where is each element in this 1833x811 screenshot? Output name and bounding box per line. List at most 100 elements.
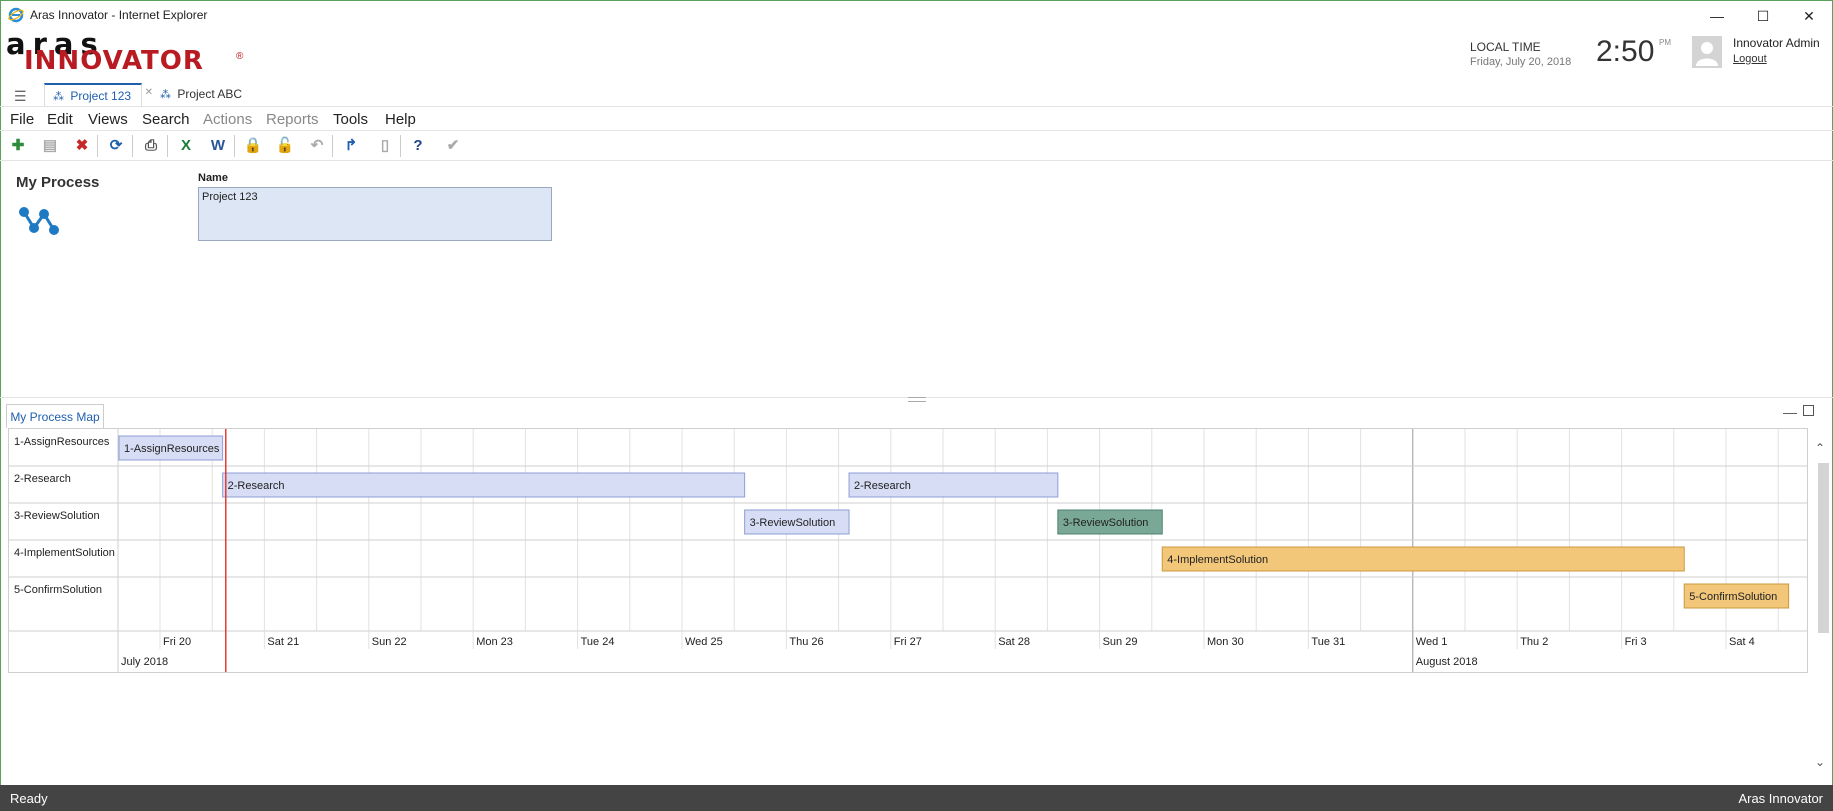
toolbar-separator [132, 135, 133, 157]
gantt-task-label: 1-AssignResources [124, 443, 220, 455]
menu-item-search[interactable]: Search [142, 111, 190, 128]
logo-innovator: INNOVATOR [24, 46, 204, 76]
menu-item-views[interactable]: Views [88, 111, 128, 128]
maximize-button[interactable]: ☐ [1740, 4, 1786, 28]
tab-project-123[interactable]: ⁂ Project 123 ✕ [44, 83, 153, 106]
status-text: Ready [10, 791, 48, 806]
gantt-task-label: 2-Research [228, 480, 285, 492]
splitter-handle[interactable] [908, 397, 926, 402]
word-icon[interactable]: W [207, 135, 229, 157]
promote-icon[interactable]: ↱ [340, 135, 362, 157]
save-icon[interactable]: ▤ [39, 135, 61, 157]
panel-minimize-icon[interactable]: — [1783, 404, 1797, 420]
logo-registered-mark: ® [236, 51, 244, 62]
check-icon[interactable]: ✔ [442, 135, 464, 157]
gantt-task-label: 3-ReviewSolution [750, 517, 836, 529]
user-avatar[interactable] [1692, 36, 1722, 68]
clock-ampm: PM [1659, 38, 1671, 47]
gantt-month-label: August 2018 [1416, 656, 1478, 668]
gantt-day-label: Sat 4 [1729, 636, 1755, 648]
toolbar-separator [97, 135, 98, 157]
internet-explorer-icon [8, 7, 24, 23]
gantt-day-label: Sat 28 [998, 636, 1030, 648]
gantt-task-label: 4-ImplementSolution [1167, 554, 1268, 566]
help-icon[interactable]: ? [407, 135, 429, 157]
gantt-row-label: 3-ReviewSolution [14, 510, 100, 522]
toolbar-bottom-divider [0, 160, 1833, 161]
gantt-day-label: Mon 30 [1207, 636, 1244, 648]
menu-item-help[interactable]: Help [385, 111, 416, 128]
refresh-icon[interactable]: ⟳ [105, 135, 127, 157]
excel-icon[interactable]: X [175, 135, 197, 157]
toolbar-separator [332, 135, 333, 157]
gantt-day-label: Sun 22 [372, 636, 407, 648]
hamburger-menu-icon[interactable]: ☰ [14, 88, 27, 105]
gantt-day-label: Wed 25 [685, 636, 723, 648]
toolbar-separator [400, 135, 401, 157]
menu-item-edit[interactable]: Edit [47, 111, 73, 128]
undo-icon[interactable]: ↶ [306, 135, 328, 157]
workflow-icon: ⁂ [160, 89, 171, 101]
status-app-name: Aras Innovator [1738, 791, 1823, 806]
gantt-row-label: 1-AssignResources [14, 436, 110, 448]
gantt-task-label: 2-Research [854, 480, 911, 492]
tab-divider [0, 106, 1833, 107]
gantt-day-label: Mon 23 [476, 636, 513, 648]
name-field[interactable]: Project 123 [198, 187, 552, 241]
menu-item-tools[interactable]: Tools [333, 111, 368, 128]
status-bar [0, 785, 1833, 811]
menu-item-actions[interactable]: Actions [203, 111, 252, 128]
toolbar-divider [0, 130, 1833, 131]
gantt-month-label: July 2018 [121, 656, 168, 668]
print-icon[interactable]: ⎙ [140, 135, 162, 157]
tab-label: Project 123 [70, 89, 132, 103]
tab-project-abc[interactable]: ⁂ Project ABC [152, 83, 252, 106]
gantt-day-label: Thu 26 [789, 636, 823, 648]
lock-icon[interactable]: 🔒 [242, 135, 264, 157]
gantt-task-label: 5-ConfirmSolution [1689, 591, 1777, 603]
toolbar-separator [234, 135, 235, 157]
menu-item-file[interactable]: File [10, 111, 34, 128]
delete-icon[interactable]: ✖ [71, 135, 93, 157]
process-icon [19, 207, 59, 235]
date-label: Friday, July 20, 2018 [1470, 56, 1572, 68]
clock-time: 2:50 [1596, 35, 1655, 68]
scroll-down-icon[interactable]: ⌄ [1815, 755, 1825, 769]
title-bar: Aras Innovator - Internet Explorer — ☐ ✕ [0, 0, 1833, 30]
gantt-row-label: 5-ConfirmSolution [14, 584, 102, 596]
unlock-icon[interactable]: 🔓 [274, 135, 296, 157]
logout-link[interactable]: Logout [1733, 53, 1767, 65]
close-button[interactable]: ✕ [1786, 4, 1832, 28]
minimize-button[interactable]: — [1694, 4, 1740, 28]
clipboard-icon[interactable]: ▯ [374, 135, 396, 157]
gantt-day-label: Wed 1 [1416, 636, 1448, 648]
gantt-task-label: 3-ReviewSolution [1063, 517, 1149, 529]
local-time-label: LOCAL TIME [1470, 40, 1541, 54]
gantt-day-label: Thu 2 [1520, 636, 1548, 648]
gantt-chart-svg: 1-AssignResources 2-Research 3-ReviewSolut… [9, 429, 1807, 672]
toolbar-separator [167, 135, 168, 157]
new-item-icon[interactable]: ✚ [7, 135, 29, 157]
menu-item-reports[interactable]: Reports [266, 111, 319, 128]
gantt-task-bar[interactable] [222, 472, 746, 498]
gantt-day-label: Tue 24 [581, 636, 615, 648]
gantt-day-label: Sat 21 [267, 636, 299, 648]
tab-label: Project ABC [177, 87, 243, 101]
tab-my-process-map[interactable]: My Process Map [6, 404, 104, 428]
scroll-up-icon[interactable]: ⌃ [1815, 441, 1825, 455]
gantt-day-label: Tue 31 [1311, 636, 1345, 648]
form-title: My Process [16, 174, 100, 191]
gantt-day-label: Fri 3 [1625, 636, 1647, 648]
gantt-day-label: Sun 29 [1103, 636, 1138, 648]
window-title: Aras Innovator - Internet Explorer [30, 8, 208, 22]
scrollbar-thumb[interactable] [1818, 463, 1829, 633]
gantt-day-label: Fri 20 [163, 636, 191, 648]
gantt-day-label: Fri 27 [894, 636, 922, 648]
user-name: Innovator Admin [1733, 36, 1820, 50]
panel-maximize-icon[interactable] [1803, 405, 1814, 416]
gantt-row-label: 2-Research [14, 473, 71, 485]
user-silhouette-icon [1696, 42, 1718, 66]
process-map-gantt: 1-AssignResources 2-Research 3-ReviewSolut… [8, 428, 1808, 673]
name-field-label: Name [198, 172, 228, 184]
gantt-row-label: 4-ImplementSolution [14, 547, 115, 559]
